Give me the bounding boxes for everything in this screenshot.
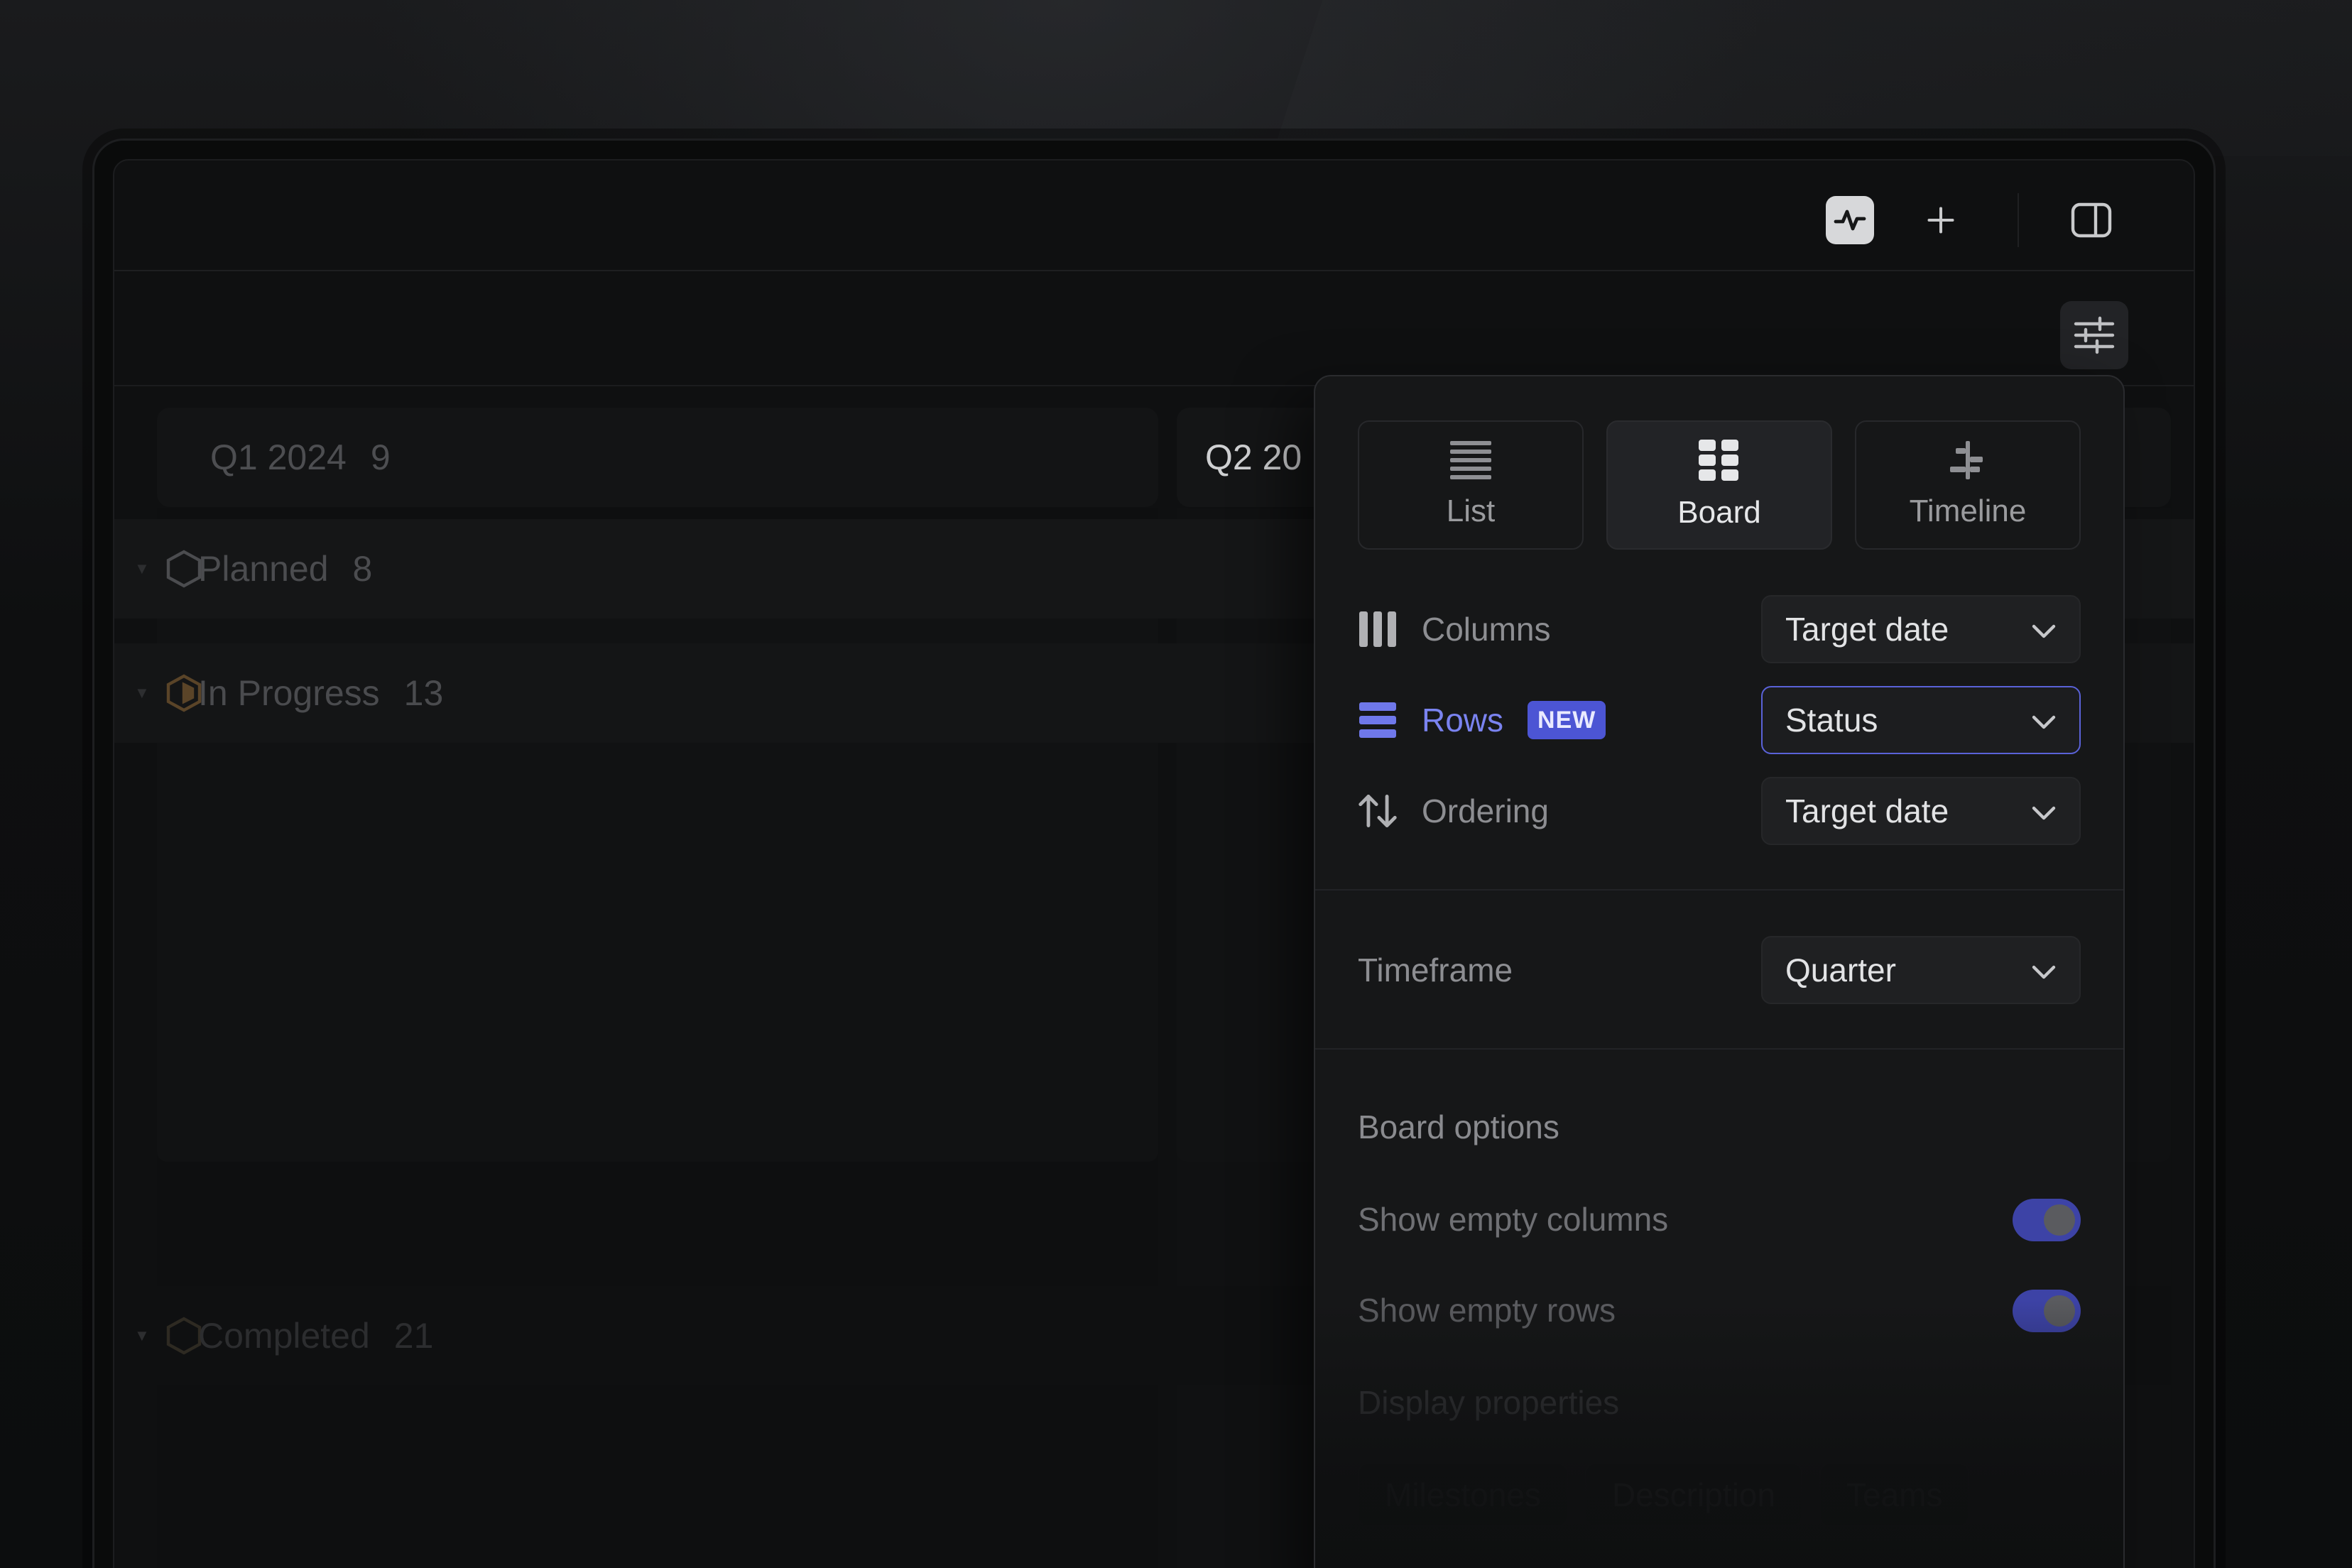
columns-option: Columns Target date: [1358, 595, 2081, 663]
view-toolbar: [114, 273, 2194, 386]
activity-button[interactable]: [1826, 196, 1874, 244]
background-shape: [1272, 0, 2352, 156]
timeframe-select-value: Quarter: [1785, 952, 1896, 989]
column-title: Q1 2024: [210, 437, 347, 477]
display-properties-heading: Display properties: [1358, 1384, 1620, 1421]
layout-tab-label: List: [1446, 494, 1496, 528]
toggle-knob: [2044, 1295, 2075, 1327]
group-row-label: In Progress 13: [198, 673, 444, 713]
rows-option: Rows NEW Status: [1358, 686, 2081, 754]
layout-tab-board[interactable]: Board: [1606, 420, 1832, 550]
title-bar: [114, 160, 2194, 271]
expand-arrow-icon[interactable]: ▼: [134, 1327, 150, 1345]
timeline-icon: [1950, 441, 1983, 479]
columns-icon: [1358, 609, 1398, 649]
timeframe-select[interactable]: Quarter: [1761, 936, 2081, 1004]
sort-arrows-icon: [1358, 791, 1398, 831]
chevron-down-icon: [2032, 715, 2056, 729]
expand-arrow-icon[interactable]: ▼: [134, 560, 150, 578]
toolbar-divider: [2018, 193, 2019, 247]
column-title: Q2 20: [1205, 437, 1302, 477]
rows-label: Rows: [1422, 702, 1504, 739]
pulse-icon: [1834, 209, 1866, 231]
side-panel-icon: [2071, 202, 2112, 238]
show-empty-rows-toggle[interactable]: [2013, 1290, 2081, 1332]
columns-select-value: Target date: [1785, 611, 1949, 648]
show-empty-columns-label: Show empty columns: [1358, 1201, 1669, 1238]
toggle-panel-button[interactable]: [2067, 196, 2116, 244]
show-empty-columns-toggle[interactable]: [2013, 1199, 2081, 1241]
columns-select[interactable]: Target date: [1761, 595, 2081, 663]
property-chip-milestones[interactable]: Milestones: [1358, 1463, 1568, 1527]
plus-icon: [1927, 207, 1954, 234]
expand-arrow-icon[interactable]: ▼: [134, 684, 150, 702]
display-options-button[interactable]: [2060, 301, 2128, 369]
new-badge: NEW: [1528, 701, 1606, 739]
chevron-down-icon: [2032, 624, 2056, 638]
layout-tab-label: Timeline: [1909, 494, 2027, 528]
add-button[interactable]: [1917, 196, 1965, 244]
group-row-label: Planned 8: [198, 549, 373, 589]
ordering-select-value: Target date: [1785, 793, 1949, 829]
display-options-popover: List Board Timeline Columns Target date …: [1314, 375, 2125, 1568]
columns-label: Columns: [1422, 611, 1551, 648]
show-empty-rows-label: Show empty rows: [1358, 1292, 1616, 1329]
column-count: 9: [370, 437, 391, 477]
display-properties-chips: Milestones Description Teams: [1358, 1463, 1970, 1527]
board-icon: [1699, 440, 1738, 481]
layout-tab-list[interactable]: List: [1358, 420, 1584, 550]
ordering-label: Ordering: [1422, 793, 1549, 829]
ordering-select[interactable]: Target date: [1761, 777, 2081, 845]
rows-select[interactable]: Status: [1761, 686, 2081, 754]
ordering-option: Ordering Target date: [1358, 777, 2081, 845]
rows-icon: [1358, 700, 1398, 740]
fade-overlay: [1315, 1300, 2123, 1568]
layout-tab-timeline[interactable]: Timeline: [1855, 420, 2081, 550]
layout-switcher: List Board Timeline: [1358, 420, 2081, 550]
layout-tab-label: Board: [1677, 495, 1761, 530]
group-row-label: Completed 21: [198, 1316, 434, 1356]
section-divider: [1315, 1048, 2123, 1050]
column-header-q1[interactable]: Q1 2024 9: [157, 408, 1158, 507]
timeframe-option: Timeframe Quarter: [1358, 936, 2081, 1004]
toggle-knob: [2044, 1204, 2075, 1236]
section-divider: [1315, 889, 2123, 891]
chevron-down-icon: [2032, 965, 2056, 979]
sliders-icon: [2074, 316, 2115, 354]
chevron-down-icon: [2032, 806, 2056, 820]
list-icon: [1450, 441, 1491, 479]
rows-select-value: Status: [1785, 702, 1878, 739]
property-chip-description[interactable]: Description: [1584, 1463, 1802, 1527]
board-options-heading: Board options: [1358, 1109, 1559, 1145]
timeframe-label: Timeframe: [1358, 952, 1513, 989]
property-chip-teams[interactable]: Teams: [1819, 1463, 1970, 1527]
